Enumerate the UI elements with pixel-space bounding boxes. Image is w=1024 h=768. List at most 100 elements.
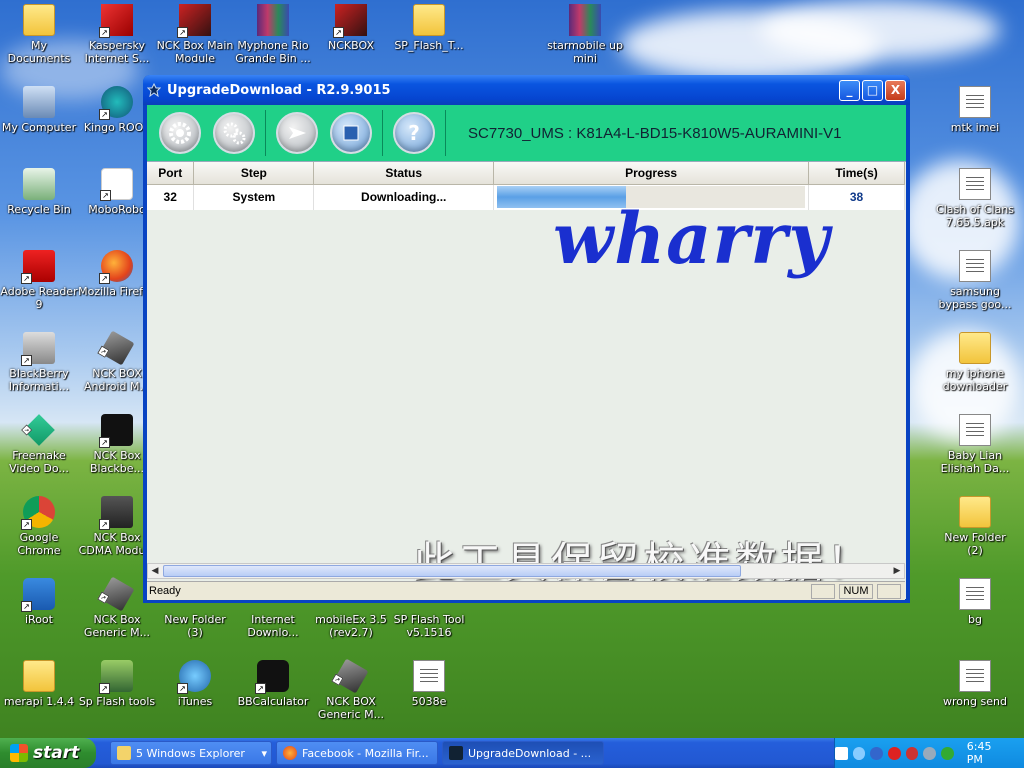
icon-label: New Folder (2) (944, 531, 1006, 557)
close-icon: X (890, 83, 901, 97)
task-label: Facebook - Mozilla Fir... (302, 746, 429, 760)
blackberry-icon: ↗ (255, 660, 289, 694)
itunes-icon: ↗ (177, 660, 211, 694)
desktop-icon-my-documents[interactable]: My Documents (0, 4, 78, 65)
adobe-reader-icon: ↗ (21, 250, 55, 284)
firefox-icon: ↗ (99, 250, 133, 284)
status-ready-text: Ready (149, 585, 181, 597)
app-icon (146, 82, 162, 98)
volume-icon[interactable] (923, 746, 937, 760)
minimize-button[interactable]: _ (839, 79, 860, 101)
icon-label: iTunes (177, 695, 213, 708)
icon-label: NCKBOX (328, 39, 374, 52)
icon-label: BBCalculator (237, 695, 309, 708)
kaspersky-icon: ↗ (99, 4, 133, 38)
icon-label: starmobile up mini (547, 39, 623, 65)
document-icon (413, 660, 445, 692)
expand-tray-icon[interactable] (870, 746, 884, 760)
gears-icon (223, 122, 246, 145)
clock[interactable]: 6:45 PM (967, 740, 1010, 766)
stop-download-button[interactable] (330, 112, 372, 154)
icon-label: mobileEx 3.5 (rev2.7) (315, 613, 387, 639)
folder-icon (959, 332, 991, 364)
desktop-icon-merapi[interactable]: merapi 1.4.4 (0, 660, 78, 708)
desktop-icon-bbcalculator[interactable]: ↗ BBCalculator (234, 660, 312, 708)
load-packet-button[interactable] (159, 112, 201, 154)
desktop-icon-itunes[interactable]: ↗ iTunes (156, 660, 234, 708)
column-header-status[interactable]: Status (313, 162, 495, 185)
column-header-port[interactable]: Port (147, 162, 195, 185)
column-header-step[interactable]: Step (193, 162, 315, 185)
kaspersky-tray-icon[interactable] (905, 746, 919, 760)
scroll-left-icon[interactable]: ◀ (148, 564, 162, 578)
help-button[interactable]: ? (393, 112, 435, 154)
desktop-icon-new-folder-2[interactable]: New Folder (2) (936, 496, 1014, 557)
taskbar: start 5 Windows Explorer ▾ Facebook - Moz… (0, 738, 1024, 768)
desktop-icon-my-computer[interactable]: My Computer (0, 86, 78, 134)
scroll-right-icon[interactable]: ▶ (890, 564, 904, 578)
step-cell: System (193, 184, 315, 210)
start-button[interactable]: start (0, 738, 96, 768)
desktop-icon-sp-flash-tools[interactable]: ↗ Sp Flash tools (78, 660, 156, 708)
security-shield-icon[interactable] (888, 746, 901, 760)
task-label: 5 Windows Explorer (136, 746, 245, 760)
desktop-icon-clash-of-clans[interactable]: Clash of Clans 7.65.5.apk (936, 168, 1014, 229)
icon-label: NCK BOX Generic M... (317, 695, 385, 721)
icon-label: Myphone Rio Grande Bin ... (235, 39, 311, 65)
desktop-icon-baby-lian[interactable]: Baby Lian Elishah Da... (936, 414, 1014, 475)
document-icon (959, 414, 991, 446)
desktop-icon-my-iphone-downloader[interactable]: my iphone downloader (936, 332, 1014, 393)
desktop-icon-blackberry-info[interactable]: ↗ BlackBerry Informati... (0, 332, 78, 393)
document-icon (959, 660, 991, 692)
desktop-icon-myphone-rio[interactable]: Myphone Rio Grande Bin ... (234, 4, 312, 65)
windows-logo-icon (10, 744, 28, 762)
network-icon[interactable] (852, 746, 866, 760)
icon-label: bg (968, 613, 982, 626)
help-icon[interactable] (834, 746, 848, 760)
desktop-icon-adobe-reader[interactable]: ↗ Adobe Reader 9 (0, 250, 78, 311)
toolbar-separator (445, 110, 446, 156)
taskbar-item-windows-explorer[interactable]: 5 Windows Explorer ▾ (110, 741, 272, 765)
icon-label: Internet Downlo... (247, 613, 299, 639)
document-icon (959, 250, 991, 282)
desktop-icon-freemake[interactable]: ↗ Freemake Video Do... (0, 414, 78, 475)
desktop-icon-nck-generic-2[interactable]: ↗ NCK BOX Generic M... (312, 658, 390, 721)
folder-icon (117, 746, 131, 760)
horizontal-scrollbar[interactable]: ◀ ▶ (147, 563, 905, 579)
desktop-icon-nck-main[interactable]: ↗ NCK Box Main Module (156, 4, 234, 65)
desktop-icon-google-chrome[interactable]: ↗ Google Chrome (0, 496, 78, 557)
desktop-icon-mtk-imei[interactable]: mtk imei (936, 86, 1014, 134)
desktop-icon-sp-flash-t[interactable]: SP_Flash_T... (390, 4, 468, 52)
desktop-icon-5038e[interactable]: 5038e (390, 660, 468, 708)
connection-icon[interactable] (941, 746, 954, 760)
desktop-icon-recycle-bin[interactable]: Recycle Bin (0, 168, 78, 216)
window-title: UpgradeDownload - R2.9.9015 (167, 82, 391, 98)
icon-label: NCK Box Blackbe... (89, 449, 144, 475)
desktop-icon-iroot[interactable]: ↗ iRoot (0, 578, 78, 626)
desktop-icon-samsung-bypass[interactable]: samsung bypass goo... (936, 250, 1014, 311)
phone-icon: ↗ (97, 330, 135, 366)
taskbar-item-firefox[interactable]: Facebook - Mozilla Fir... (276, 741, 438, 765)
task-label: UpgradeDownload - ... (468, 746, 592, 760)
desktop-icon-bg[interactable]: bg (936, 578, 1014, 626)
desktop-icon-starmobile[interactable]: starmobile up mini (546, 4, 624, 65)
icon-label: Kingo ROOT (83, 121, 151, 134)
taskbar-item-upgrade-download[interactable]: UpgradeDownload - ... (442, 741, 604, 765)
column-header-time[interactable]: Time(s) (808, 162, 905, 185)
desktop-icon-kaspersky[interactable]: ↗ Kaspersky Internet S... (78, 4, 156, 65)
icon-label: BlackBerry Informati... (8, 367, 70, 393)
start-download-button[interactable] (276, 112, 318, 154)
maximize-button[interactable]: □ (862, 79, 883, 101)
scrollbar-thumb[interactable] (163, 565, 741, 577)
settings-button[interactable] (213, 112, 255, 154)
app-icon (449, 746, 463, 760)
desktop-icon-nckbox[interactable]: ↗ NCKBOX (312, 4, 390, 52)
desktop-icon-wrong-send[interactable]: wrong send (936, 660, 1014, 708)
folder-icon (959, 496, 991, 528)
close-button[interactable]: X (885, 79, 906, 101)
title-bar[interactable]: UpgradeDownload - R2.9.9015 _ □ X (143, 75, 910, 105)
blackberry-icon: ↗ (99, 414, 133, 448)
column-header-progress[interactable]: Progress (493, 162, 810, 185)
winrar-icon (569, 4, 601, 36)
document-icon (959, 86, 991, 118)
